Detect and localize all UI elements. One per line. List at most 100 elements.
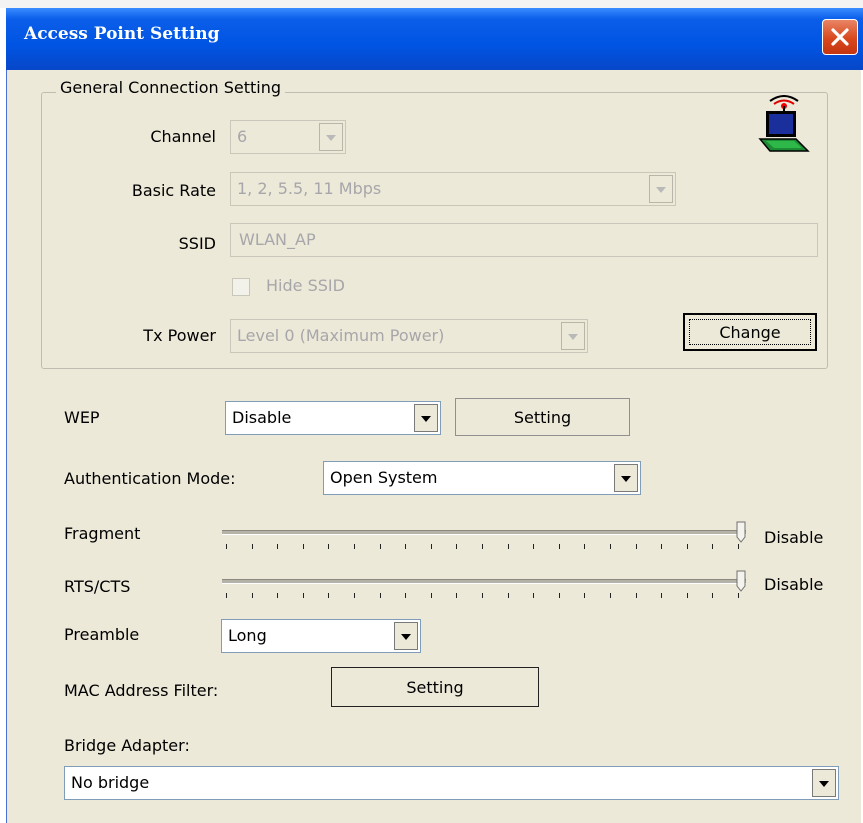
chevron-down-icon[interactable] (561, 322, 585, 350)
channel-select[interactable]: 6 (230, 120, 346, 154)
slider-tick (252, 593, 253, 598)
slider-tick (738, 544, 739, 549)
chevron-down-icon[interactable] (414, 404, 438, 432)
slider-tick (277, 593, 278, 598)
channel-label: Channel (150, 127, 216, 146)
ssid-field[interactable] (230, 223, 818, 257)
wep-value: Disable (232, 408, 292, 427)
rts-cts-slider[interactable] (222, 569, 752, 605)
mac-filter-label: MAC Address Filter: (64, 681, 219, 700)
slider-tick (226, 593, 227, 598)
rts-cts-value-text: Disable (764, 575, 824, 594)
fragment-slider-track (222, 530, 746, 535)
slider-tick (610, 593, 611, 598)
slider-tick (303, 544, 304, 549)
slider-tick (456, 593, 457, 598)
slider-tick (584, 544, 585, 549)
chevron-down-icon[interactable] (319, 123, 343, 151)
auth-mode-label: Authentication Mode: (64, 469, 236, 488)
fragment-value-text: Disable (764, 528, 824, 547)
slider-tick (636, 593, 637, 598)
tx-power-select[interactable]: Level 0 (Maximum Power) (230, 319, 588, 353)
basic-rate-value: 1, 2, 5.5, 11 Mbps (237, 179, 382, 198)
window-title: Access Point Setting (24, 24, 220, 44)
ssid-input[interactable] (237, 229, 801, 250)
slider-tick (380, 544, 381, 549)
preamble-select[interactable]: Long (221, 619, 421, 653)
chevron-down-icon[interactable] (812, 769, 836, 797)
ssid-label: SSID (178, 234, 216, 253)
basic-rate-label: Basic Rate (131, 181, 216, 200)
slider-tick (328, 593, 329, 598)
rts-cts-label: RTS/CTS (64, 577, 131, 596)
background-window-strip (0, 0, 863, 8)
wep-setting-label: Setting (513, 408, 572, 427)
slider-tick (559, 593, 560, 598)
fragment-slider[interactable] (222, 520, 752, 556)
slider-tick (636, 544, 637, 549)
close-icon (831, 28, 849, 46)
slider-tick (328, 544, 329, 549)
rts-cts-slider-thumb[interactable] (736, 570, 746, 592)
slider-tick (482, 593, 483, 598)
slider-tick (610, 544, 611, 549)
change-button[interactable]: Change (683, 313, 817, 351)
rts-cts-slider-ticks (222, 593, 746, 599)
slider-tick (431, 544, 432, 549)
slider-tick (456, 544, 457, 549)
slider-tick (405, 544, 406, 549)
slider-tick (533, 544, 534, 549)
slider-tick (226, 544, 227, 549)
mac-filter-setting-label: Setting (406, 678, 464, 697)
slider-tick (354, 593, 355, 598)
basic-rate-select[interactable]: 1, 2, 5.5, 11 Mbps (230, 172, 676, 206)
chevron-down-icon[interactable] (649, 175, 673, 203)
hide-ssid-label: Hide SSID (266, 276, 345, 295)
tx-power-value: Level 0 (Maximum Power) (237, 326, 445, 345)
slider-tick (712, 544, 713, 549)
auth-mode-select[interactable]: Open System (323, 461, 641, 495)
bridge-adapter-value: No bridge (71, 773, 150, 792)
tx-power-label: Tx Power (143, 326, 216, 345)
slider-tick (738, 593, 739, 598)
slider-tick (712, 593, 713, 598)
wep-select[interactable]: Disable (225, 401, 441, 435)
slider-tick (482, 544, 483, 549)
fragment-label: Fragment (64, 524, 141, 543)
bridge-adapter-select[interactable]: No bridge (64, 766, 839, 800)
slider-tick (508, 593, 509, 598)
mac-filter-setting-button[interactable]: Setting (331, 667, 539, 707)
slider-tick (252, 544, 253, 549)
slider-tick (431, 593, 432, 598)
group-title: General Connection Setting (56, 78, 286, 97)
fragment-slider-thumb[interactable] (736, 521, 746, 543)
slider-tick (533, 593, 534, 598)
preamble-label: Preamble (64, 625, 140, 644)
hide-ssid-checkbox[interactable] (232, 278, 250, 296)
preamble-value: Long (228, 626, 267, 645)
change-button-label: Change (719, 323, 781, 342)
slider-tick (405, 593, 406, 598)
channel-value: 6 (237, 127, 248, 146)
slider-tick (661, 544, 662, 549)
slider-tick (687, 544, 688, 549)
chevron-down-icon[interactable] (394, 622, 418, 650)
chevron-down-icon[interactable] (614, 464, 638, 492)
slider-tick (559, 544, 560, 549)
fragment-slider-ticks (222, 544, 746, 550)
wep-setting-button[interactable]: Setting (455, 398, 630, 436)
slider-tick (687, 593, 688, 598)
slider-tick (380, 593, 381, 598)
slider-tick (584, 593, 585, 598)
slider-tick (303, 593, 304, 598)
rts-cts-slider-track (222, 579, 746, 584)
slider-tick (277, 544, 278, 549)
wep-label: WEP (64, 408, 100, 427)
laptop-wireless-icon (756, 95, 812, 159)
bridge-adapter-label: Bridge Adapter: (64, 736, 190, 755)
slider-tick (508, 544, 509, 549)
slider-tick (354, 544, 355, 549)
auth-mode-value: Open System (330, 468, 438, 487)
close-button[interactable] (822, 19, 858, 55)
slider-tick (661, 593, 662, 598)
